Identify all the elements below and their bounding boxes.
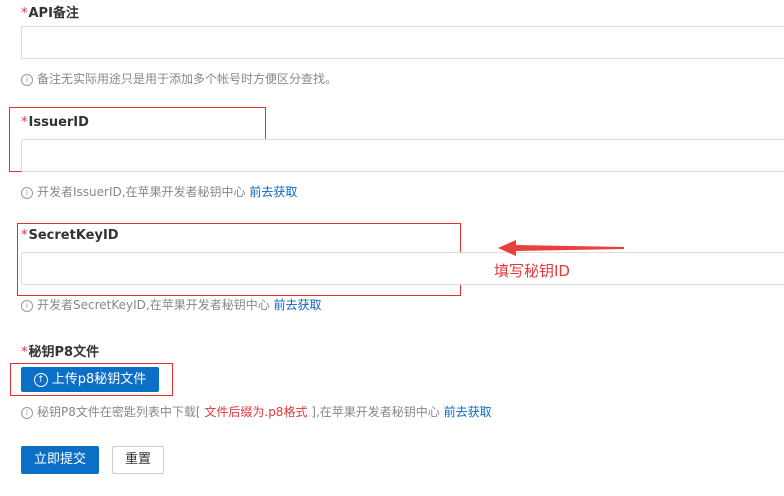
submit-button[interactable]: 立即提交 (21, 446, 99, 474)
p8-hint-suffix: ],在苹果开发者秘钥中心 (311, 405, 440, 419)
p8-file-hint: i 秘钥P8文件在密匙列表中下载[ 文件后缀为.p8格式 ],在苹果开发者秘钥中心… (21, 403, 492, 420)
upload-icon: ↑ (33, 372, 48, 387)
issuer-id-hint: i 开发者IssuerID,在苹果开发者秘钥中心 前去获取 (21, 183, 297, 200)
required-mark: * (21, 345, 28, 360)
p8-file-get-link[interactable]: 前去获取 (444, 405, 492, 419)
required-mark: * (21, 115, 28, 130)
issuer-id-get-link[interactable]: 前去获取 (249, 185, 297, 199)
info-icon: i (21, 299, 33, 312)
secret-key-id-label-text: SecretKeyID (28, 228, 119, 243)
info-icon: i (21, 73, 33, 86)
secret-key-id-hint: i 开发者SecretKeyID,在苹果开发者秘钥中心 前去获取 (21, 296, 322, 313)
secret-key-id-hint-text: 开发者SecretKeyID,在苹果开发者秘钥中心 (37, 298, 270, 312)
info-icon: i (21, 406, 33, 419)
api-note-label-text: API备注 (28, 6, 79, 21)
p8-hint-prefix: 秘钥P8文件在密匙列表中下载[ (37, 405, 201, 419)
secret-key-id-get-link[interactable]: 前去获取 (274, 298, 322, 312)
api-note-input[interactable] (21, 26, 784, 59)
secret-key-id-label: *SecretKeyID (21, 228, 119, 243)
required-mark: * (21, 228, 28, 243)
info-icon: i (21, 186, 33, 199)
required-mark: * (21, 6, 28, 21)
api-note-label: *API备注 (21, 2, 79, 21)
annotation-text: 填写秘钥ID (494, 262, 570, 280)
issuer-id-hint-text: 开发者IssuerID,在苹果开发者秘钥中心 (37, 185, 246, 199)
upload-p8-button-label: 上传p8秘钥文件 (51, 372, 147, 387)
issuer-id-input[interactable] (21, 139, 784, 172)
arrow-left-icon (498, 240, 624, 256)
p8-file-label: *秘钥P8文件 (21, 341, 99, 360)
api-note-hint-text: 备注无实际用途只是用于添加多个帐号时方便区分查找。 (37, 72, 338, 86)
p8-file-label-text: 秘钥P8文件 (28, 345, 100, 360)
issuer-id-label-text: IssuerID (28, 115, 89, 130)
reset-button[interactable]: 重置 (112, 446, 164, 474)
secret-key-id-input[interactable] (21, 252, 784, 285)
api-note-hint: i 备注无实际用途只是用于添加多个帐号时方便区分查找。 (21, 70, 337, 87)
upload-p8-button[interactable]: ↑ 上传p8秘钥文件 (21, 367, 159, 392)
p8-hint-format: 文件后缀为.p8格式 (200, 405, 312, 419)
issuer-id-label: *IssuerID (21, 115, 89, 130)
